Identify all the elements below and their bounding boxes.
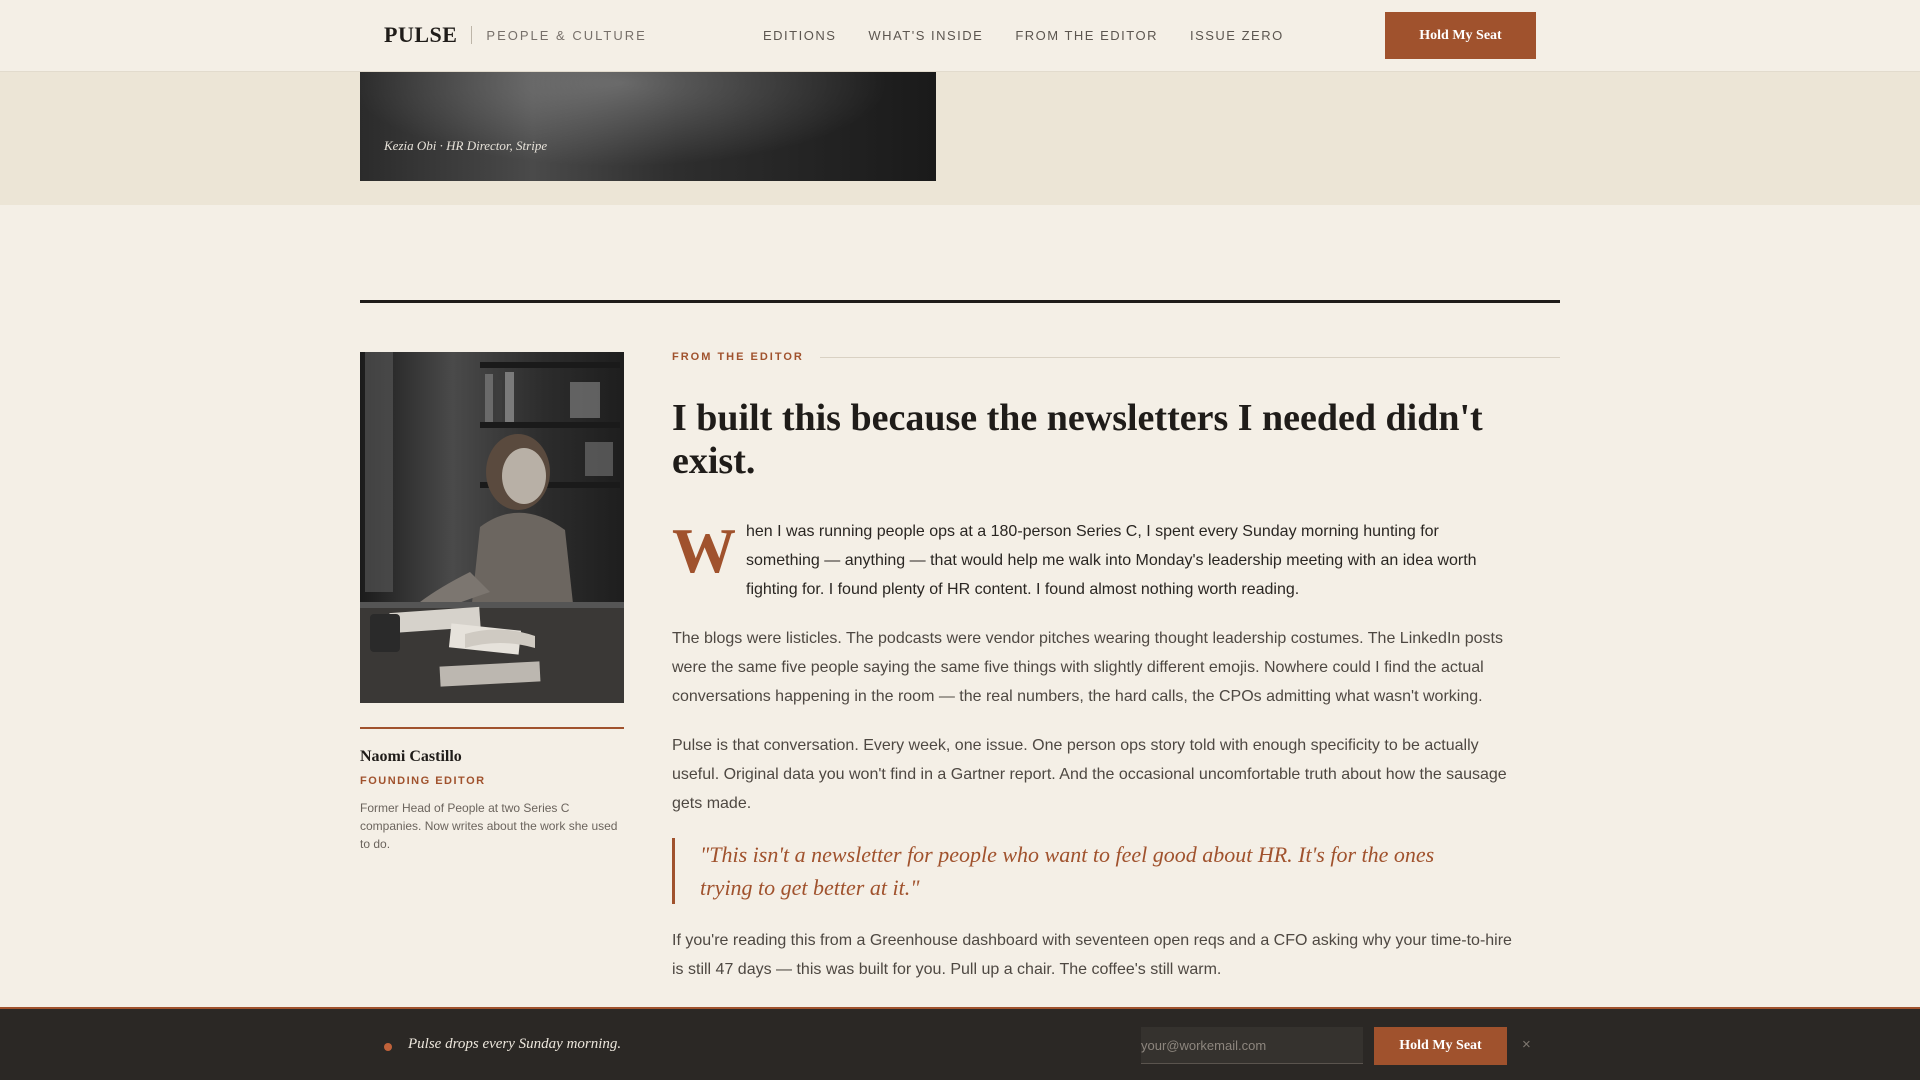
editor-role: FOUNDING EDITOR — [360, 775, 486, 787]
paragraph-1-text: hen I was running people ops at a 180-pe… — [746, 523, 1477, 598]
close-icon[interactable]: × — [1522, 1036, 1531, 1053]
brand[interactable]: PULSE PEOPLE & CULTURE — [384, 22, 647, 48]
status-dot-icon — [384, 1043, 392, 1051]
hero-caption: Kezia Obi · HR Director, Stripe — [384, 138, 548, 153]
hold-my-seat-button[interactable]: Hold My Seat — [1385, 12, 1536, 59]
section-divider — [360, 300, 1560, 303]
editor-card-rule — [360, 727, 624, 729]
section-kicker: FROM THE EDITOR — [672, 351, 1560, 363]
pull-quote: "This isn't a newsletter for people who … — [672, 838, 1492, 904]
site-header: PULSE PEOPLE & CULTURE EDITIONS WHAT'S I… — [0, 0, 1920, 72]
editor-portrait-illustration — [360, 352, 624, 703]
signup-message: Pulse drops every Sunday morning. — [408, 1036, 622, 1052]
editor-name: Naomi Castillo — [360, 748, 462, 765]
brand-tagline: PEOPLE & CULTURE — [486, 27, 647, 43]
article-body: W hen I was running people ops at a 180-… — [672, 517, 1512, 1004]
kicker-label: FROM THE EDITOR — [672, 351, 804, 363]
brand-logo[interactable]: PULSE — [384, 22, 457, 48]
hero-band: Kezia Obi · HR Director, Stripe — [0, 72, 1920, 205]
article-headline: I built this because the newsletters I n… — [672, 397, 1483, 482]
kicker-rule — [819, 356, 1560, 358]
article-paragraph-4: If you're reading this from a Greenhouse… — [672, 932, 1512, 978]
editor-bio: Former Head of People at two Series C co… — [360, 801, 618, 851]
drop-cap: W — [672, 515, 736, 586]
article-paragraph-1: W hen I was running people ops at a 180-… — [672, 517, 1512, 604]
nav-from-the-editor[interactable]: FROM THE EDITOR — [1015, 28, 1158, 43]
article-paragraph-3: Pulse is that conversation. Every week, … — [672, 737, 1507, 812]
brand-divider — [471, 26, 473, 44]
nav-whats-inside[interactable]: WHAT'S INSIDE — [868, 28, 983, 43]
sticky-signup-bar: Pulse drops every Sunday morning. Hold M… — [0, 1007, 1920, 1080]
email-input[interactable] — [1141, 1027, 1363, 1064]
main-nav: EDITIONS WHAT'S INSIDE FROM THE EDITOR I… — [763, 28, 1284, 43]
editor-portrait — [360, 352, 624, 703]
nav-issue-zero[interactable]: ISSUE ZERO — [1190, 28, 1284, 43]
nav-editions[interactable]: EDITIONS — [763, 28, 836, 43]
hero-image: Kezia Obi · HR Director, Stripe — [360, 72, 936, 181]
article-paragraph-2: The blogs were listicles. The podcasts w… — [672, 630, 1503, 705]
signup-hold-my-seat-button[interactable]: Hold My Seat — [1374, 1027, 1507, 1065]
